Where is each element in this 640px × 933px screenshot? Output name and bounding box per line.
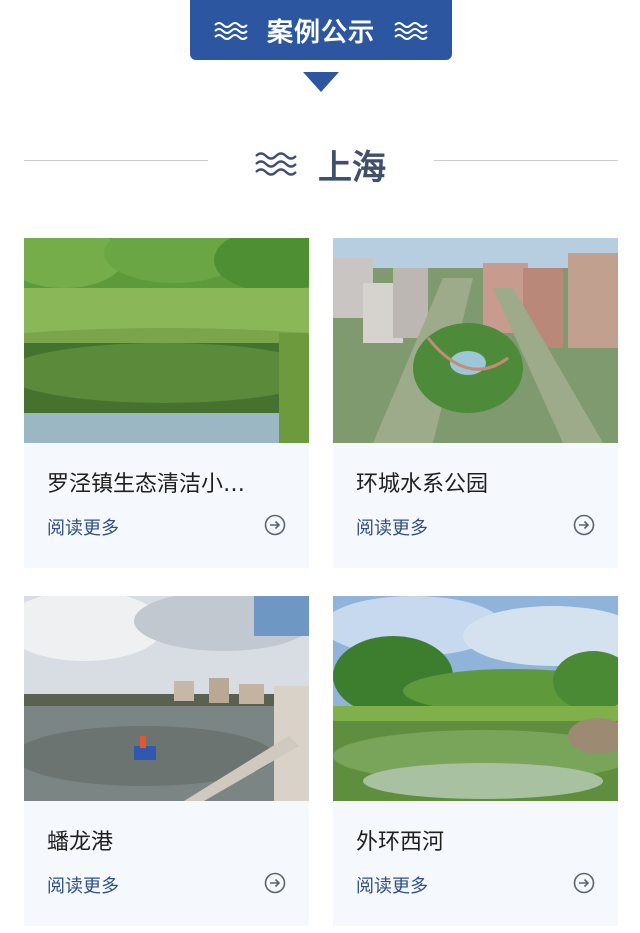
case-card[interactable]: 蟠龙港 阅读更多 [24, 596, 309, 926]
case-card[interactable]: 环城水系公园 阅读更多 [333, 238, 618, 568]
wave-icon [255, 152, 297, 176]
read-more-link[interactable]: 阅读更多 [47, 514, 119, 540]
banner-title: 案例公示 [266, 17, 375, 48]
case-card[interactable]: 外环西河 阅读更多 [333, 596, 618, 926]
card-title[interactable]: 环城水系公园 [356, 466, 601, 498]
section-title: 上海 [318, 148, 386, 188]
card-title[interactable]: 外环西河 [356, 824, 601, 856]
divider-line [434, 160, 618, 161]
case-card[interactable]: 罗泾镇生态清洁小… 阅读更多 [24, 238, 309, 568]
reed-pond-photo [24, 238, 309, 443]
city-canal-park-aerial-photo [333, 238, 618, 443]
arrow-circle-right-icon[interactable] [573, 872, 595, 894]
wave-icon [394, 22, 428, 40]
banner-down-arrow-icon [303, 72, 339, 92]
arrow-circle-right-icon[interactable] [264, 514, 286, 536]
divider-line [24, 160, 208, 161]
wave-icon [214, 22, 248, 40]
read-more-link[interactable]: 阅读更多 [47, 872, 119, 898]
arrow-circle-right-icon[interactable] [573, 514, 595, 536]
read-more-link[interactable]: 阅读更多 [356, 872, 428, 898]
read-more-link[interactable]: 阅读更多 [356, 514, 428, 540]
arrow-circle-right-icon[interactable] [264, 872, 286, 894]
header-banner: 案例公示 [190, 0, 452, 60]
card-title[interactable]: 蟠龙港 [47, 824, 292, 856]
green-river-photo [333, 596, 618, 801]
river-boat-photo [24, 596, 309, 801]
section-heading: 上海 [0, 136, 640, 188]
card-title[interactable]: 罗泾镇生态清洁小… [47, 466, 292, 498]
